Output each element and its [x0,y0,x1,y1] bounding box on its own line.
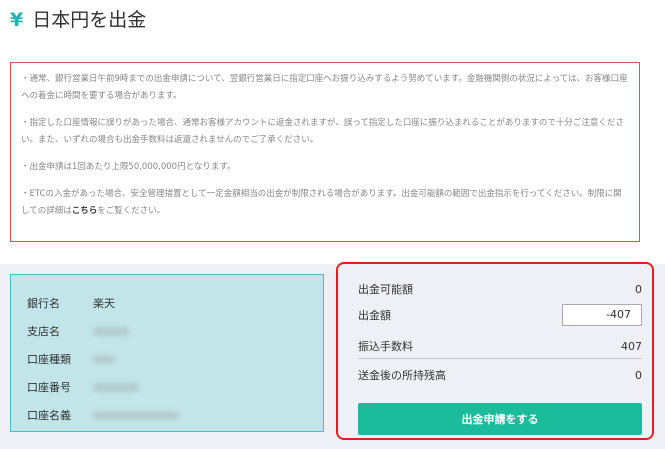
bank-row-account-number: 口座番号 [27,373,323,401]
balance-value: 0 [635,368,642,382]
notice-paragraph: ・通常、銀行営業日午前9時までの出金申請について、翌銀行営業日に指定口座へお振り… [21,74,628,101]
amount-label: 出金額 [358,309,391,322]
balance-label: 送金後の所持残高 [358,369,446,382]
fee-row: 振込手数料 407 [358,338,642,354]
balance-row: 送金後の所持残高 0 [358,367,642,383]
submit-withdraw-button[interactable]: 出金申請をする [358,403,642,435]
details-link[interactable]: こちら [72,206,98,216]
account-number-label: 口座番号 [27,381,71,394]
notice-paragraph: ・ETCの入金があった場合、安全管理措置として一定金額相当の出金が制限される場合… [21,186,629,220]
redacted-account-holder-value [93,410,179,420]
redacted-branch-value [93,326,129,336]
notice-paragraph: ・出金申請は1回あたり上限50,000,000円となります。 [21,162,236,172]
bank-name-label: 銀行名 [27,297,60,310]
notice-box: ・通常、銀行営業日午前9時までの出金申請について、翌銀行営業日に指定口座へお振り… [10,62,640,242]
bank-row-bank-name: 銀行名 楽天 [27,289,323,317]
bank-row-branch: 支店名 [27,317,323,345]
page-header: ¥ 日本円を出金 [10,9,146,31]
redacted-account-type-value [93,354,115,364]
branch-label: 支店名 [27,325,60,338]
bank-info-card: 銀行名 楽天 支店名 口座種類 口座番号 口座名義 [10,274,324,432]
account-type-label: 口座種類 [27,353,71,366]
available-row: 出金可能額 0 [358,281,642,297]
available-label: 出金可能額 [358,283,413,296]
redacted-account-number-value [93,382,139,392]
available-value: 0 [635,282,642,296]
amount-input[interactable]: -407 [562,304,642,326]
bank-row-account-holder: 口座名義 [27,401,323,429]
page-title: 日本円を出金 [32,9,147,31]
withdraw-panel: 出金可能額 0 出金額 -407 振込手数料 407 送金後の所持残高 0 出金… [336,262,654,440]
bank-name-value: 楽天 [93,297,115,310]
yen-icon: ¥ [10,9,24,31]
divider [358,358,642,359]
notice-text: をご覧ください。 [97,206,166,216]
fee-label: 振込手数料 [358,340,413,353]
bank-row-account-type: 口座種類 [27,345,323,373]
fee-value: 407 [621,339,642,353]
account-holder-label: 口座名義 [27,409,71,422]
amount-row: 出金額 -407 [358,304,642,326]
notice-paragraph: ・指定した口座情報に誤りがあった場合、通常お客様アカウントに返金されますが、誤っ… [21,118,624,145]
